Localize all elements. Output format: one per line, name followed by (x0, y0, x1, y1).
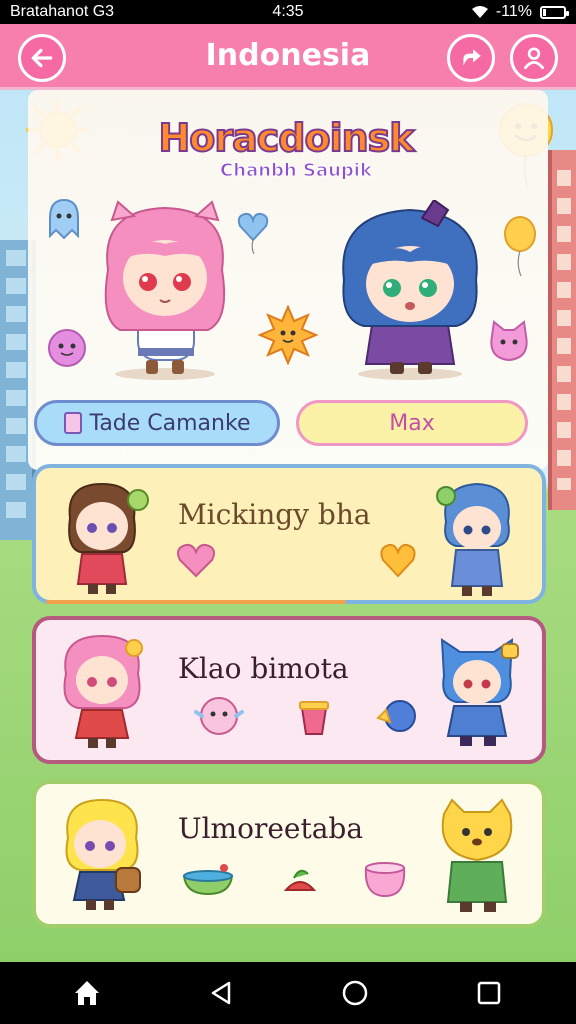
status-bar: Bratahanot G3 4:35 -11% (0, 0, 576, 24)
nav-home-button[interactable] (333, 971, 377, 1015)
character-select-right-button[interactable]: Max (296, 400, 528, 446)
flower-icon (283, 869, 317, 891)
cat-creature-icon (490, 320, 528, 362)
system-nav-bar (0, 962, 576, 1024)
character-select-right-label: Max (389, 410, 435, 436)
home-icon (75, 981, 99, 1005)
character-card[interactable]: Klao bimota (32, 616, 546, 764)
heart-icon (177, 543, 215, 578)
tag-icon (63, 412, 82, 434)
top-app-bar: Indonesia (0, 24, 576, 90)
profile-icon (523, 47, 545, 70)
card-progress-bar (46, 600, 346, 604)
yellow-balloon-icon (504, 216, 536, 276)
home-circle-icon (342, 980, 368, 1006)
profile-button[interactable] (510, 34, 558, 82)
game-scene: Horacdoinsk Chanbh Saupik Tade Camanke M… (0, 90, 576, 962)
game-logo-title: Horacdoinsk (157, 116, 415, 160)
blue-cat-boy-character (440, 638, 519, 746)
share-button[interactable] (447, 34, 495, 82)
character-select-left-label: Tade Camanke (89, 410, 251, 436)
wifi-icon (471, 6, 488, 18)
back-button[interactable] (18, 34, 66, 82)
recents-button[interactable] (467, 971, 511, 1015)
pink-hair-girl-character (104, 200, 226, 380)
page-title: Indonesia (205, 38, 371, 73)
brown-hair-girl-character (68, 482, 149, 594)
drink-cup-icon (299, 701, 329, 735)
status-icons: -11% (471, 3, 569, 21)
carrier-label: Bratahanot G3 (10, 3, 115, 20)
character-name: Ulmoreetaba (178, 812, 364, 845)
character-select-left-button[interactable]: Tade Camanke (34, 400, 280, 446)
sun-mascot-icon (258, 305, 318, 365)
blonde-girl-character (65, 798, 141, 910)
food-bowl-icon (182, 864, 234, 896)
pink-pot-icon (364, 862, 406, 898)
orange-heart-icon (380, 543, 416, 578)
heart-balloon-icon (237, 212, 269, 254)
yellow-dog-character (441, 798, 513, 912)
ghost-icon (49, 198, 79, 240)
character-name: Klao bimota (178, 652, 349, 685)
nav-back-button[interactable] (199, 971, 243, 1015)
home-button[interactable] (65, 971, 109, 1015)
back-triangle-icon (211, 981, 231, 1005)
blueberry-icon (376, 700, 416, 732)
back-arrow-icon (31, 48, 53, 68)
recents-square-icon (477, 981, 501, 1005)
star-creature-icon (48, 329, 86, 367)
character-card[interactable]: Mickingy bha (32, 464, 546, 604)
blue-boy-character (436, 482, 510, 596)
game-logo-subtitle: Chanbh Saupik (220, 160, 373, 182)
character-card[interactable]: Ulmoreetaba (32, 780, 546, 928)
building-right (548, 150, 576, 510)
blue-hair-girl-character (342, 200, 478, 380)
battery-label: -11% (495, 3, 532, 20)
pink-hair-girl-character (63, 634, 143, 748)
character-name: Mickingy bha (178, 498, 371, 531)
battery-icon (540, 5, 569, 19)
pink-creature-icon (194, 697, 244, 735)
share-icon (463, 49, 481, 66)
